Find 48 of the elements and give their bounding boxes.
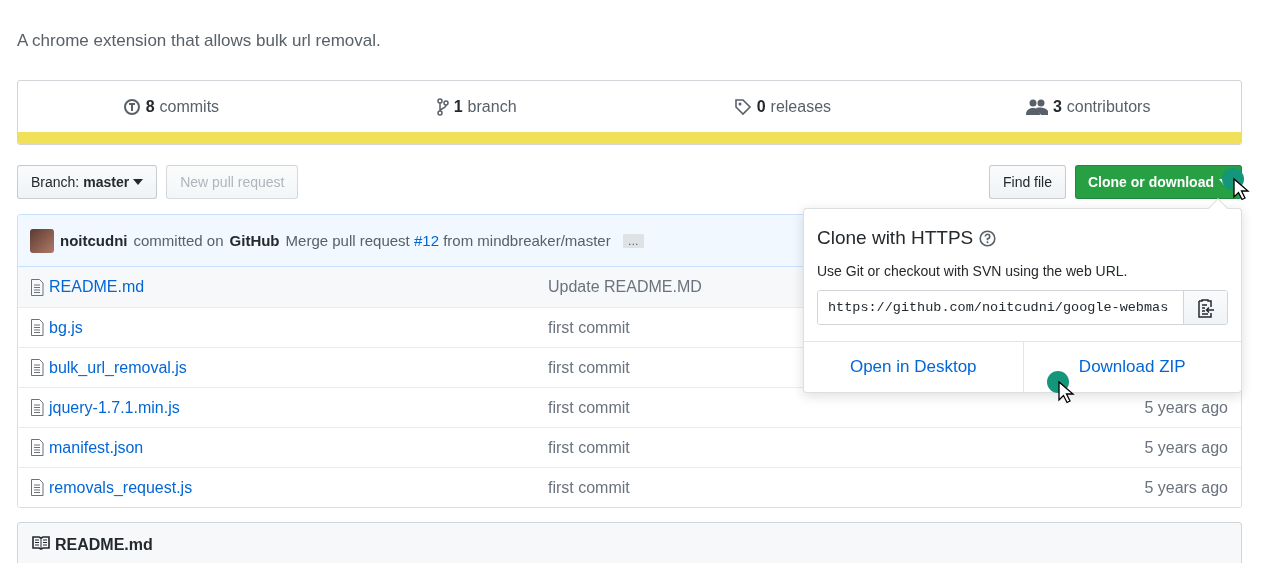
copy-button[interactable] [1183,291,1227,324]
pointer-cursor-icon [1221,167,1251,201]
pull-request-link[interactable]: #12 [413,232,439,249]
file-link[interactable]: README.md [49,278,145,296]
clipboard-icon [1196,297,1215,318]
avatar [30,228,54,253]
file-link[interactable]: bg.js [49,318,83,337]
commit-author[interactable]: noitcudni [60,232,128,249]
readme-title: README.md [55,536,153,554]
branch-icon [436,97,449,116]
history-icon [122,97,141,116]
people-icon [1025,98,1048,115]
find-file-button[interactable]: Find file [988,165,1066,199]
file-icon [30,278,44,296]
commit-platform: GitHub [229,232,280,249]
popover-subtitle: Use Git or checkout with SVN using the web URL. [817,263,1129,279]
file-link[interactable]: removals_request.js [49,478,193,497]
file-link[interactable]: jquery-1.7.1.min.js [49,398,180,417]
commit-action: committed on [133,232,224,249]
stat-link[interactable]: 8 commits [18,97,324,116]
stat-link[interactable]: 1 branch [323,97,630,116]
file-link[interactable]: bulk_url_removal.js [49,358,187,377]
commit-age: 5 years ago [1144,478,1228,497]
help-icon[interactable] [979,229,997,247]
commit-message-link[interactable]: first commit [548,398,1145,417]
commit-message-link[interactable]: first commit [548,438,1145,457]
expand-message-button[interactable]: … [622,233,644,248]
stat-link[interactable]: 0 releases [629,97,936,116]
file-icon [30,479,44,496]
repo-description: A chrome extension that allows bulk url removal. [17,30,382,52]
clone-download-button[interactable]: Clone or download [1075,165,1242,199]
caret-icon [133,179,144,185]
commit-message-link[interactable]: first commit [548,478,1145,497]
popover-action-link[interactable]: Open in Desktop [804,342,1023,392]
commit-message: Merge pull request #12 from mindbreaker/master [285,232,611,249]
file-icon [30,399,44,416]
commit-age: 5 years ago [1144,438,1228,457]
clone-url-field[interactable]: https://github.com/noitcudni/google-webmas [817,290,1228,325]
file-icon [30,439,44,456]
file-icon [30,319,44,336]
file-link[interactable]: manifest.json [49,438,144,457]
stat-link[interactable]: 3 contributors [935,97,1241,116]
branch-select-button[interactable]: Branch: master [17,165,158,199]
popover-title: Clone with HTTPS [817,227,974,249]
file-icon [30,359,44,376]
commit-age: 5 years ago [1144,398,1228,417]
tag-icon [733,97,752,116]
book-icon [32,536,50,550]
